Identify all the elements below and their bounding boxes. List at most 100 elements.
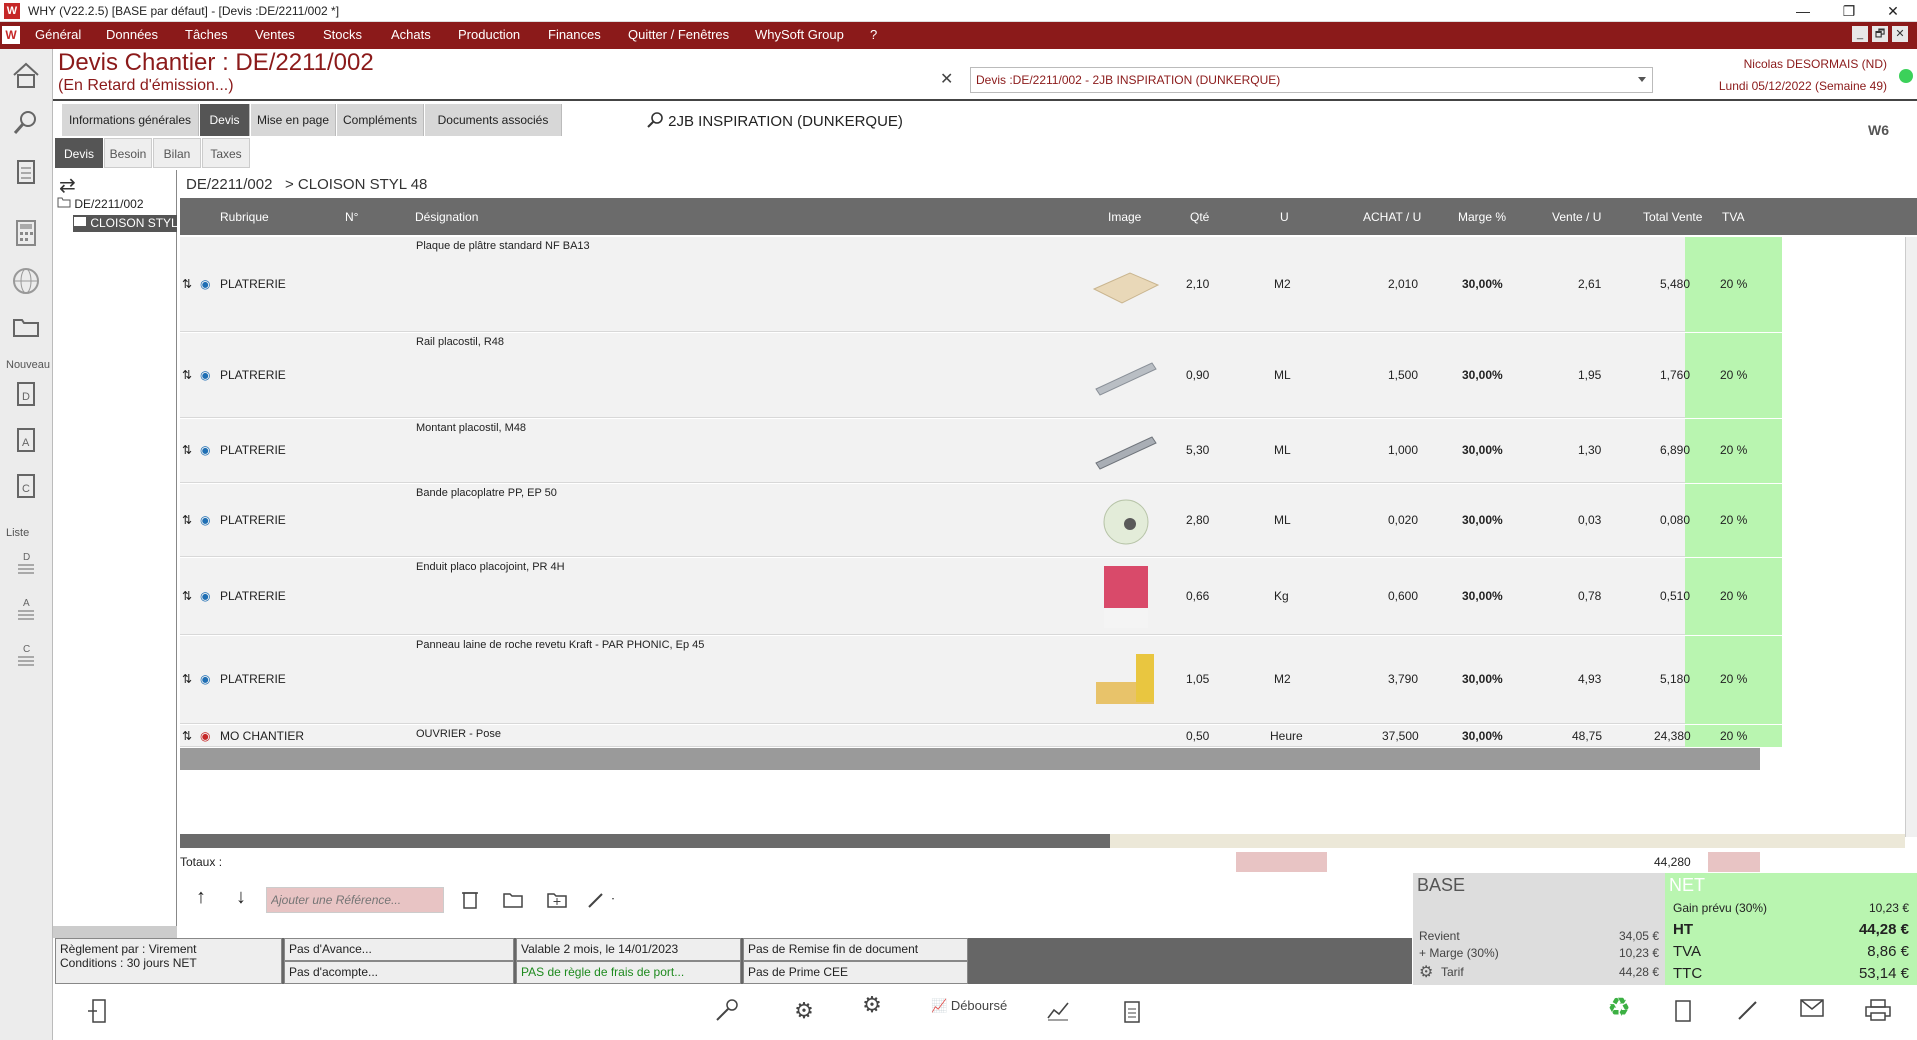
row-vente[interactable]: 1,30	[1578, 443, 1601, 457]
new-row-placeholder[interactable]	[180, 748, 1760, 770]
swap-arrows-icon[interactable]: ⇄	[59, 173, 76, 198]
row-u[interactable]: M2	[1274, 277, 1291, 291]
subtab-bilan[interactable]: Bilan	[153, 138, 201, 168]
stats-chart-icon[interactable]	[1043, 998, 1073, 1028]
row-tools-icon[interactable]: ⇅	[182, 672, 192, 686]
row-qte[interactable]: 0,66	[1186, 589, 1209, 603]
settings-menu-icon[interactable]: ⚙	[850, 992, 894, 1022]
row-marge[interactable]: 30,00%	[1462, 729, 1503, 743]
hscroll-thumb[interactable]	[1110, 834, 1905, 848]
row-tva[interactable]: 20 %	[1720, 368, 1747, 382]
row-achat[interactable]: 1,500	[1388, 368, 1418, 382]
document-a-icon[interactable]	[1668, 998, 1698, 1028]
email-icon[interactable]	[1795, 998, 1829, 1028]
tree-child[interactable]: CLOISON STYL 48	[73, 215, 177, 232]
edit-icon[interactable]	[1733, 998, 1763, 1028]
col-designation[interactable]: Désignation	[415, 210, 478, 224]
row-tva[interactable]: 20 %	[1720, 443, 1747, 457]
row-designation[interactable]: Montant placostil, M48	[416, 422, 526, 434]
web-icon[interactable]	[8, 265, 44, 301]
row-tools-icon[interactable]: ⇅	[182, 589, 192, 603]
row-achat[interactable]: 1,000	[1388, 443, 1418, 457]
row-tva[interactable]: 20 %	[1720, 729, 1747, 743]
row-qte[interactable]: 0,50	[1186, 729, 1209, 743]
list-d-icon[interactable]: D	[8, 549, 44, 585]
table-row[interactable]: ⇅ ◉ PLATRERIE Enduit placo placojoint, P…	[180, 558, 1782, 635]
new-c-icon[interactable]: C	[8, 471, 44, 507]
payment-conditions[interactable]: Règlement par : Virement Conditions : 30…	[55, 938, 282, 984]
tab-complements[interactable]: Compléments	[337, 104, 424, 136]
search-client-icon[interactable]	[646, 112, 664, 130]
row-u[interactable]: Kg	[1274, 589, 1289, 603]
table-row[interactable]: ⇅ ◉ PLATRERIE Rail placostil, R48 0,90 M…	[180, 333, 1782, 418]
mdi-close-button[interactable]: ✕	[1892, 26, 1908, 42]
menu-production[interactable]: Production	[458, 27, 520, 42]
avance-field[interactable]: Pas d'Avance...	[284, 938, 514, 961]
recycle-icon[interactable]: ♻	[1601, 992, 1637, 1022]
row-designation[interactable]: Panneau laine de roche revetu Kraft - PA…	[416, 639, 704, 651]
row-tools-icon[interactable]: ⇅	[182, 729, 192, 743]
subtab-besoin[interactable]: Besoin	[104, 138, 152, 168]
col-rubrique[interactable]: Rubrique	[220, 210, 269, 224]
col-tva[interactable]: TVA	[1722, 210, 1744, 224]
new-devis-icon[interactable]: D	[8, 379, 44, 415]
menu-achats[interactable]: Achats	[391, 27, 431, 42]
acompte-field[interactable]: Pas d'acompte...	[284, 961, 514, 984]
row-marge[interactable]: 30,00%	[1462, 513, 1503, 527]
col-vente[interactable]: Vente / U	[1552, 210, 1601, 224]
row-vente[interactable]: 4,93	[1578, 672, 1601, 686]
menu-ventes[interactable]: Ventes	[255, 27, 295, 42]
col-achat[interactable]: ACHAT / U	[1363, 210, 1421, 224]
row-achat[interactable]: 3,790	[1388, 672, 1418, 686]
row-marge[interactable]: 30,00%	[1462, 443, 1503, 457]
menu-taches[interactable]: Tâches	[185, 27, 228, 42]
folder-open-icon[interactable]	[502, 888, 524, 913]
move-down-icon[interactable]: ↓	[236, 886, 246, 909]
row-qte[interactable]: 1,05	[1186, 672, 1209, 686]
list-c-icon[interactable]: C	[8, 641, 44, 677]
row-designation[interactable]: Enduit placo placojoint, PR 4H	[416, 561, 565, 573]
table-row[interactable]: ⇅ ◉ PLATRERIE Montant placostil, M48 5,3…	[180, 419, 1782, 483]
row-tools-icon[interactable]: ⇅	[182, 277, 192, 291]
menu-whysoft-group[interactable]: WhySoft Group	[755, 27, 844, 42]
minimize-button[interactable]: —	[1783, 2, 1823, 20]
row-tva[interactable]: 20 %	[1720, 277, 1747, 291]
table-row[interactable]: ⇅ ◉ PLATRERIE Plaque de plâtre standard …	[180, 237, 1782, 332]
row-vente[interactable]: 0,03	[1578, 513, 1601, 527]
row-tva[interactable]: 20 %	[1720, 513, 1747, 527]
tab-documents-associes[interactable]: Documents associés	[425, 104, 562, 136]
row-u[interactable]: ML	[1274, 513, 1291, 527]
add-reference-input[interactable]	[266, 887, 444, 913]
row-u[interactable]: ML	[1274, 368, 1291, 382]
row-marge[interactable]: 30,00%	[1462, 368, 1503, 382]
list-a-icon[interactable]: A	[8, 595, 44, 631]
folder-icon[interactable]	[8, 311, 44, 347]
tab-devis[interactable]: Devis	[200, 104, 250, 136]
settings-icon[interactable]: ⚙	[786, 998, 822, 1028]
tree-root[interactable]: DE/2211/002	[57, 196, 144, 211]
row-designation[interactable]: Rail placostil, R48	[416, 336, 504, 348]
row-tools-icon[interactable]: ⇅	[182, 513, 192, 527]
col-marge[interactable]: Marge %	[1458, 210, 1506, 224]
magic-wand-icon[interactable]	[586, 888, 616, 913]
search-icon[interactable]	[8, 107, 44, 143]
row-designation[interactable]: Bande placoplatre PP, EP 50	[416, 487, 557, 499]
menu-quitter-fenetres[interactable]: Quitter / Fenêtres	[628, 27, 729, 42]
col-num[interactable]: N°	[345, 210, 358, 224]
key-icon[interactable]	[705, 998, 749, 1028]
row-tools-icon[interactable]: ⇅	[182, 368, 192, 382]
breadcrumb-section[interactable]: > CLOISON STYL 48	[285, 176, 427, 193]
row-tva[interactable]: 20 %	[1720, 589, 1747, 603]
menu-help[interactable]: ?	[870, 27, 877, 42]
move-up-icon[interactable]: ↑	[196, 886, 206, 909]
row-achat[interactable]: 2,010	[1388, 277, 1418, 291]
table-row[interactable]: ⇅ ◉ PLATRERIE Panneau laine de roche rev…	[180, 636, 1782, 724]
row-tools-icon[interactable]: ⇅	[182, 443, 192, 457]
folder-add-icon[interactable]	[546, 888, 568, 913]
tab-mise-en-page[interactable]: Mise en page	[251, 104, 336, 136]
close-doc-icon[interactable]: ✕	[940, 69, 953, 89]
row-achat[interactable]: 0,020	[1388, 513, 1418, 527]
home-icon[interactable]	[8, 59, 44, 95]
row-vente[interactable]: 0,78	[1578, 589, 1601, 603]
clipboard-icon[interactable]	[8, 155, 44, 191]
